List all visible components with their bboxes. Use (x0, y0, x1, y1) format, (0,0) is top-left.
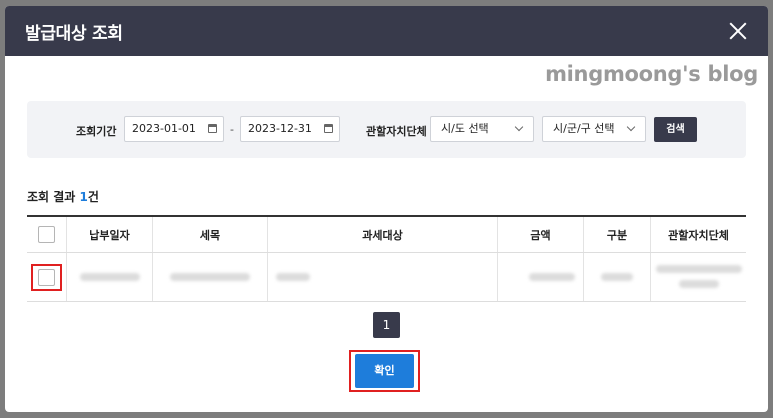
result-count: 1 (79, 190, 88, 204)
region-label: 관할자치단체 (366, 125, 427, 138)
end-date-value: 2023-12-31 (248, 122, 312, 135)
select-all-cell (27, 215, 67, 253)
table-row[interactable] (27, 252, 746, 302)
start-date-input[interactable]: 2023-01-01 (124, 116, 224, 142)
district-select-value: 시/군/구 선택 (553, 122, 615, 135)
column-header: 과세대상 (267, 215, 498, 253)
confirm-button[interactable]: 확인 (355, 354, 414, 388)
tax-item-cell (152, 252, 268, 302)
column-header: 구분 (583, 215, 651, 253)
confirm-highlight-box: 확인 (349, 350, 420, 392)
redacted-value (79, 272, 140, 281)
column-header: 관할자치단체 (650, 215, 746, 253)
taxable-object-cell (267, 252, 498, 302)
highlight-box (31, 263, 62, 291)
page-1-button[interactable]: 1 (373, 312, 400, 338)
results-table: 납부일자 세목 과세대상 금액 구분 관할자치단체 (27, 215, 746, 302)
blog-watermark: mingmoong's blog (545, 62, 758, 86)
category-cell (583, 252, 651, 302)
redacted-value (529, 272, 575, 281)
payment-date-cell (66, 252, 153, 302)
result-count-title: 조회 결과 1건 (27, 190, 99, 204)
start-date-value: 2023-01-01 (132, 122, 196, 135)
column-header: 납부일자 (66, 215, 153, 253)
redacted-value (601, 272, 633, 281)
city-select[interactable]: 시/도 선택 (430, 116, 534, 142)
chevron-down-icon (626, 122, 636, 132)
redacted-value (655, 265, 742, 273)
redacted-value (170, 272, 250, 281)
redacted-value (276, 272, 310, 281)
chevron-down-icon (514, 122, 524, 132)
calendar-icon[interactable] (324, 124, 333, 133)
search-button[interactable]: 검색 (654, 117, 697, 142)
modal-title: 발급대상 조회 (25, 23, 123, 44)
row-select-cell (27, 252, 67, 302)
city-select-value: 시/도 선택 (441, 122, 489, 135)
search-filter-panel: 조회기간 2023-01-01 - 2023-12-31 관할자치단체 시/도 … (27, 101, 746, 158)
date-separator: - (230, 123, 234, 136)
period-label: 조회기간 (76, 125, 117, 138)
modal-header: 발급대상 조회 (5, 6, 768, 56)
select-all-checkbox[interactable] (38, 226, 55, 243)
row-checkbox[interactable] (38, 268, 55, 286)
district-select[interactable]: 시/군/구 선택 (542, 116, 646, 142)
jurisdiction-cell (650, 252, 746, 302)
end-date-input[interactable]: 2023-12-31 (240, 116, 340, 142)
amount-cell (497, 252, 584, 302)
calendar-icon[interactable] (208, 124, 217, 133)
column-header: 세목 (152, 215, 268, 253)
issue-target-lookup-modal: 발급대상 조회 mingmoong's blog 조회기간 2023-01-01… (5, 6, 768, 412)
column-header: 금액 (497, 215, 584, 253)
table-header-row: 납부일자 세목 과세대상 금액 구분 관할자치단체 (27, 215, 746, 253)
close-icon[interactable] (726, 19, 750, 43)
redacted-value (678, 280, 719, 288)
